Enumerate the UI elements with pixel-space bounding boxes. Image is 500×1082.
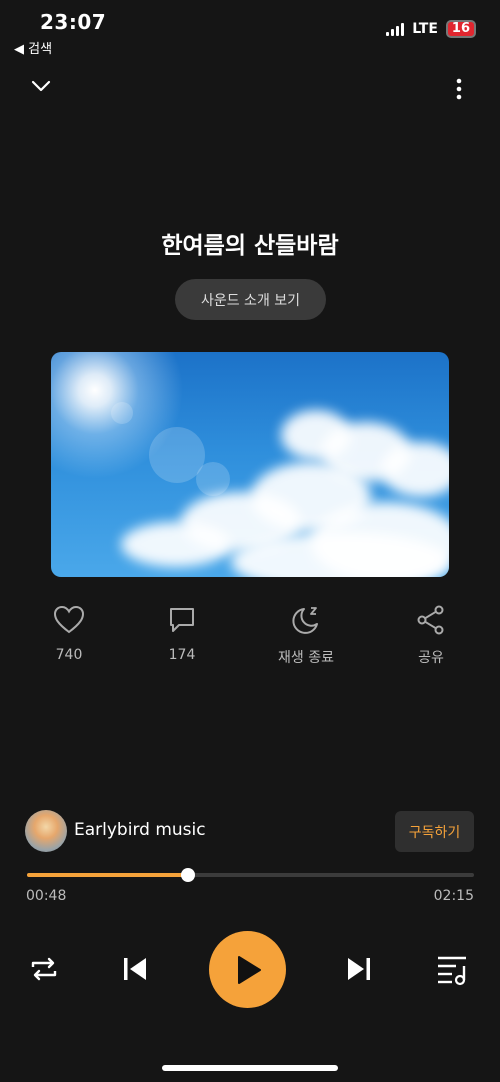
previous-track-icon[interactable] [120, 955, 150, 987]
collapse-chevron-icon[interactable] [30, 78, 52, 98]
progress-bar[interactable] [27, 868, 474, 882]
artist-avatar[interactable] [25, 810, 67, 852]
artist-name[interactable]: Earlybird music [74, 820, 206, 840]
comment-action[interactable]: 174 [137, 605, 227, 663]
repeat-icon[interactable] [28, 953, 60, 989]
share-action[interactable]: 공유 [386, 605, 476, 667]
moon-icon [292, 607, 318, 634]
play-button[interactable] [209, 931, 286, 1008]
network-type: LTE [412, 21, 438, 37]
share-label: 공유 [418, 650, 444, 666]
heart-icon [53, 605, 85, 634]
share-icon [417, 605, 444, 635]
sound-title: 한여름의 산들바람 [161, 233, 339, 259]
battery-indicator: 16 [445, 20, 476, 38]
sound-intro-button[interactable]: 사운드 소개 보기 [175, 279, 326, 320]
progress-fill [27, 873, 188, 877]
cover-image [51, 352, 449, 577]
back-to-search-link[interactable]: ◀ 검색 [14, 38, 52, 57]
like-action[interactable]: 740 [24, 605, 114, 663]
playlist-icon[interactable] [436, 954, 470, 990]
more-options-icon[interactable] [451, 78, 467, 104]
total-time: 02:15 [433, 888, 474, 904]
status-time: 23:07 [40, 10, 107, 34]
sleep-timer-label: 재생 종료 [278, 650, 334, 666]
comment-icon [170, 608, 194, 632]
play-icon [237, 955, 261, 984]
current-time: 00:48 [26, 888, 67, 904]
signal-icon [386, 22, 405, 36]
status-indicators: LTE 16 [386, 20, 476, 38]
next-track-icon[interactable] [344, 955, 374, 987]
like-count: 740 [55, 647, 83, 663]
sleep-timer-action[interactable]: 재생 종료 [261, 605, 351, 667]
comment-count: 174 [168, 647, 196, 663]
progress-handle[interactable] [180, 868, 195, 882]
home-indicator [162, 1065, 338, 1071]
subscribe-button[interactable]: 구독하기 [395, 811, 474, 852]
